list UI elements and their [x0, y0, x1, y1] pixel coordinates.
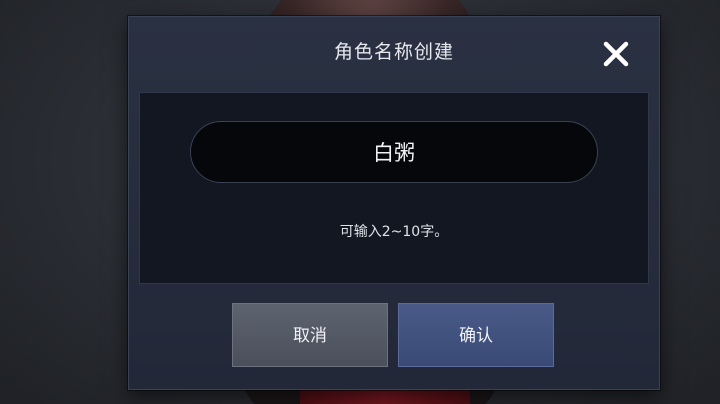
cancel-button[interactable]: 取消: [232, 303, 388, 367]
content-panel: 白粥 可输入2~10字。: [139, 92, 649, 284]
close-button[interactable]: [601, 39, 631, 69]
game-scene: 角色名称创建 白粥 可输入2~10字。 取消 确认: [0, 0, 720, 404]
length-hint: 可输入2~10字。: [339, 224, 449, 240]
dialog-title: 角色名称创建: [333, 41, 454, 63]
character-name-input[interactable]: 白粥: [190, 121, 598, 183]
close-icon: [601, 39, 631, 69]
confirm-button[interactable]: 确认: [398, 303, 554, 367]
name-creation-dialog: 角色名称创建 白粥 可输入2~10字。 取消 确认: [128, 16, 660, 390]
